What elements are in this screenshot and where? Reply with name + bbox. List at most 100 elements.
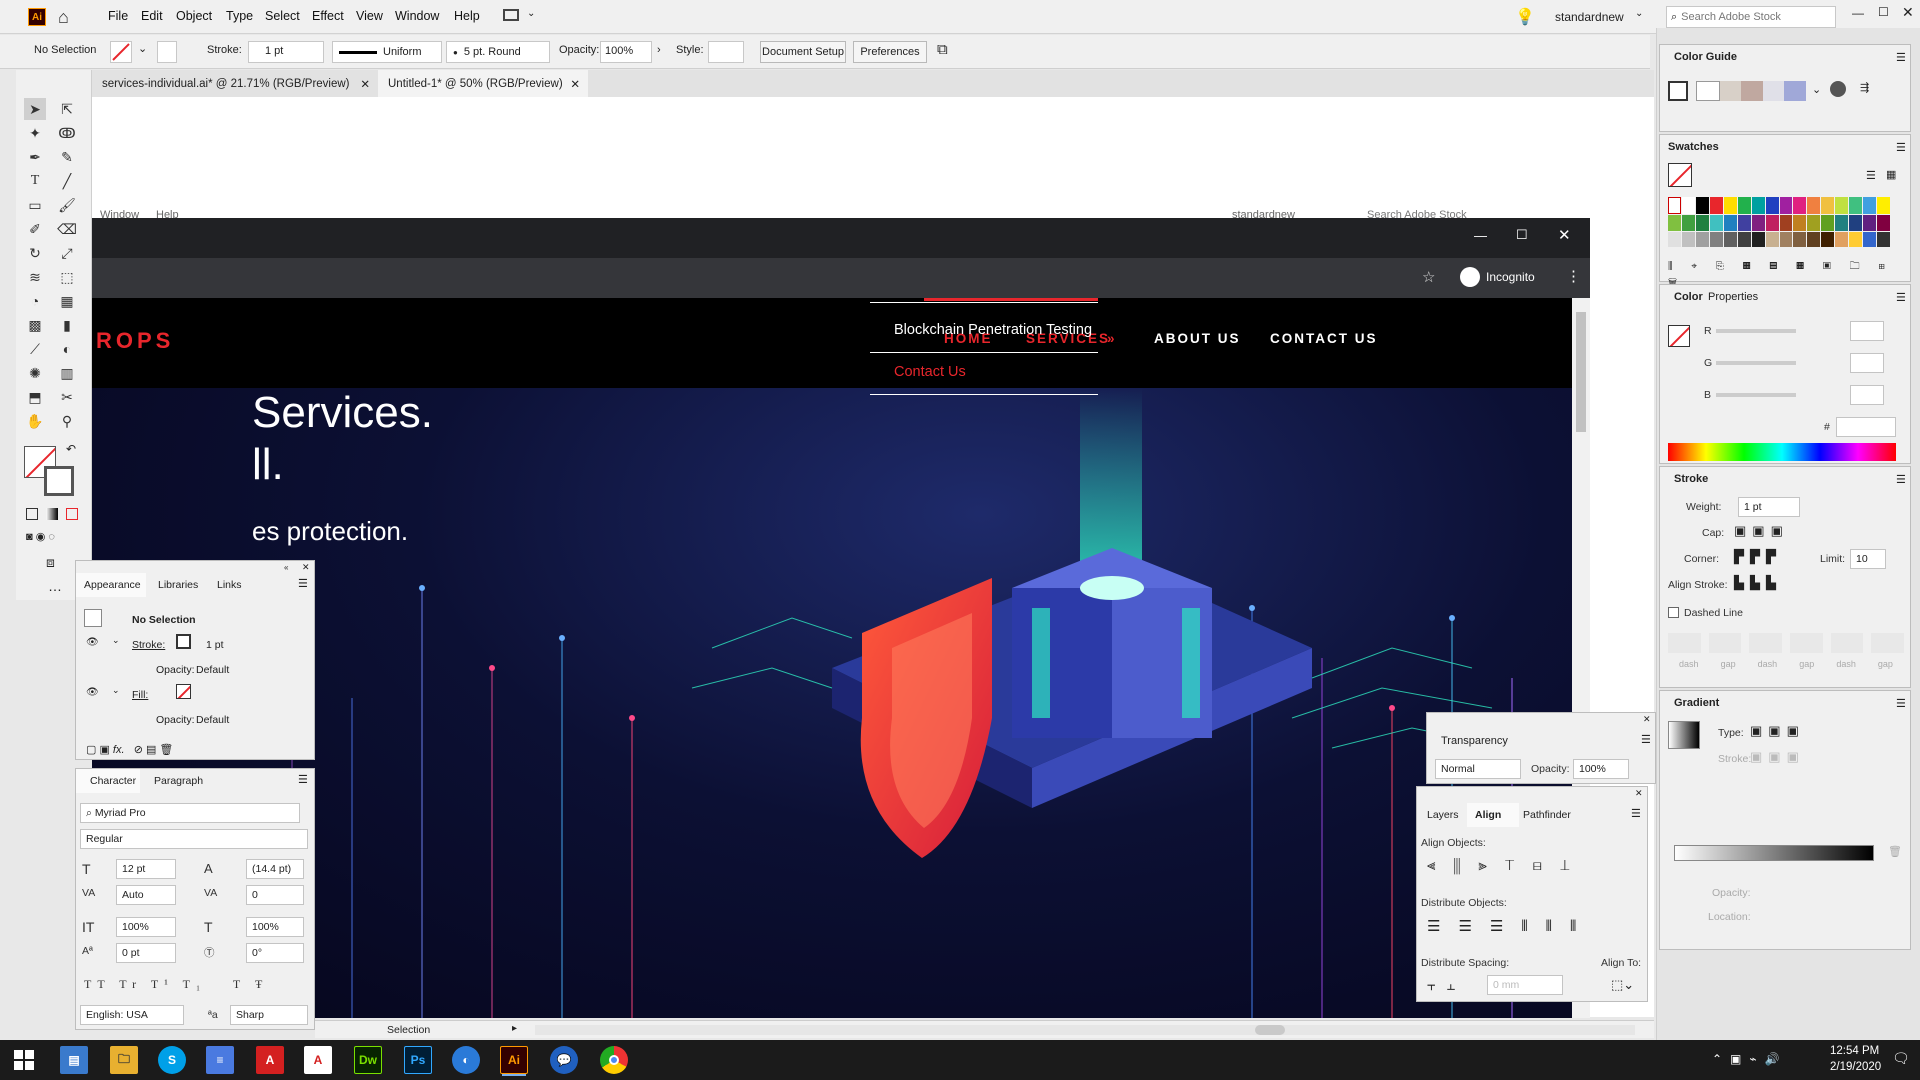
photoshop-icon[interactable]: Ps xyxy=(404,1046,432,1074)
menu-type[interactable]: Type xyxy=(226,9,253,23)
chevron-down-icon[interactable]: ⌄ xyxy=(527,8,535,19)
windows-start-icon[interactable] xyxy=(14,1050,34,1070)
menu-edit[interactable]: Edit xyxy=(141,9,163,23)
google-docs-icon[interactable]: ≡ xyxy=(206,1046,234,1074)
close-icon[interactable]: ✕ xyxy=(570,77,580,91)
fill-swatch[interactable] xyxy=(110,41,132,63)
chevron-down-icon[interactable]: ⌄ xyxy=(138,42,147,55)
magic-wand-icon[interactable]: ✦ xyxy=(24,122,46,144)
close-icon[interactable]: ✕ xyxy=(1643,714,1651,725)
chrome-icon[interactable] xyxy=(600,1046,628,1074)
stroke-title[interactable]: Stroke xyxy=(1674,473,1708,485)
line-tool-icon[interactable]: ╱ xyxy=(56,170,78,192)
hex-field[interactable] xyxy=(1836,417,1896,437)
gradient-mode-icon[interactable] xyxy=(46,508,58,520)
font-family-field[interactable]: ⌕ Myriad Pro xyxy=(80,803,300,823)
harmony-swatches[interactable] xyxy=(1696,81,1806,101)
clock-time[interactable]: 12:54 PM xyxy=(1830,1045,1879,1057)
panel-menu-icon[interactable]: ☰ xyxy=(1896,473,1906,486)
notification-icon[interactable]: 🗨 xyxy=(1892,1050,1910,1067)
file-explorer-icon[interactable]: 🗀 xyxy=(110,1046,138,1074)
color-spectrum[interactable] xyxy=(1668,443,1896,461)
close-button[interactable]: ✕ xyxy=(1902,4,1914,21)
limit-field[interactable]: 10 xyxy=(1850,549,1886,569)
spacing-field[interactable]: 0 mm xyxy=(1487,975,1563,995)
arrange-documents-icon[interactable] xyxy=(503,9,519,21)
leading-field[interactable]: (14.4 pt) xyxy=(246,859,304,879)
delete-stop-icon[interactable]: 🗑 xyxy=(1888,845,1902,858)
fill-swatch[interactable] xyxy=(176,684,191,699)
stroke-swatch[interactable] xyxy=(176,634,191,649)
minimize-button[interactable]: — xyxy=(1852,6,1864,20)
eraser-icon[interactable]: ⌫ xyxy=(56,218,78,240)
chevron-down-icon[interactable]: ⌄ xyxy=(112,685,120,696)
panel-menu-icon[interactable]: ☰ xyxy=(1896,141,1906,154)
rotate-tool-icon[interactable]: ↻ xyxy=(24,242,46,264)
stroke-swatch[interactable] xyxy=(157,41,177,63)
close-icon[interactable]: ✕ xyxy=(1635,788,1643,799)
tab-untitled-1[interactable]: Untitled-1* @ 50% (RGB/Preview) ✕ xyxy=(378,70,588,97)
fill-stroke-indicator[interactable] xyxy=(1668,325,1690,347)
anti-aliasing-select[interactable]: Sharp xyxy=(230,1005,308,1025)
fill-stroke-indicator[interactable] xyxy=(1668,163,1692,187)
chevron-right-icon[interactable]: › xyxy=(657,44,661,56)
color-wheel-icon[interactable] xyxy=(1830,81,1846,97)
vertical-scale-field[interactable]: 100% xyxy=(116,917,176,937)
text-style-buttons[interactable]: TT Tr T¹ T₁ T Ŧ xyxy=(84,977,268,992)
menu-object[interactable]: Object xyxy=(176,9,212,23)
tab-layers[interactable]: Layers xyxy=(1427,809,1459,821)
tab-services-individual[interactable]: services-individual.ai* @ 21.71% (RGB/Pr… xyxy=(92,70,378,97)
selection-tool-icon[interactable]: ➤ xyxy=(24,98,46,120)
preferences-button[interactable]: Preferences xyxy=(853,41,927,63)
menu-view[interactable]: View xyxy=(356,9,383,23)
blue-field[interactable] xyxy=(1850,385,1884,405)
gradient-slider[interactable] xyxy=(1674,845,1874,861)
paintbrush-icon[interactable]: 🖌 xyxy=(56,194,78,216)
panel-menu-icon[interactable]: ☰ xyxy=(298,577,308,590)
free-transform-icon[interactable]: ⬚ xyxy=(56,266,78,288)
tab-links[interactable]: Links xyxy=(217,579,242,591)
color-guide-title[interactable]: Color Guide xyxy=(1674,51,1737,63)
opacity-label[interactable]: Opacity: xyxy=(156,714,195,726)
grid-view-icon[interactable]: ▦ xyxy=(1886,168,1896,181)
panel-menu-icon[interactable]: ☰ xyxy=(298,773,308,786)
tab-character[interactable]: Character xyxy=(76,769,140,793)
opacity-field[interactable]: 100% xyxy=(600,41,652,63)
panel-menu-icon[interactable]: ☰ xyxy=(1896,51,1906,64)
cap-buttons[interactable]: ▣▣▣ xyxy=(1734,523,1789,539)
gradient-preview[interactable] xyxy=(1668,721,1700,749)
dashed-line-checkbox[interactable] xyxy=(1668,607,1679,618)
menu-effect[interactable]: Effect xyxy=(312,9,344,23)
tab-properties[interactable]: Properties xyxy=(1708,291,1758,303)
tab-libraries[interactable]: Libraries xyxy=(158,579,198,591)
messenger-icon[interactable]: 💬 xyxy=(550,1046,578,1074)
draw-mode-icon[interactable]: ◙ ◉ ◌ xyxy=(26,530,55,543)
eyedropper-icon[interactable]: ⟋ xyxy=(24,338,46,360)
close-icon[interactable]: ✕ xyxy=(302,562,310,573)
fill-label[interactable]: Fill: xyxy=(132,689,148,701)
perspective-grid-icon[interactable]: ▦ xyxy=(56,290,78,312)
menu-window[interactable]: Window xyxy=(395,9,439,23)
distribute-spacing-buttons[interactable]: ⫟⫠ xyxy=(1427,977,1465,994)
zoom-tool-icon[interactable]: ⚲ xyxy=(56,410,78,432)
tab-align[interactable]: Align xyxy=(1467,803,1519,827)
type-tool-icon[interactable]: T xyxy=(24,170,46,192)
more-tools-icon[interactable]: … xyxy=(48,578,62,594)
base-color-swatch[interactable] xyxy=(1668,81,1688,101)
menu-select[interactable]: Select xyxy=(265,9,300,23)
scale-tool-icon[interactable]: ⤢ xyxy=(56,242,78,264)
distribute-objects-buttons[interactable]: ☰☰☰⫴⫴⫴ xyxy=(1427,917,1594,935)
hand-tool-icon[interactable]: ✋ xyxy=(24,410,46,432)
pen-tool-icon[interactable]: ✒ xyxy=(24,146,46,168)
maximize-button[interactable]: ☐ xyxy=(1878,5,1889,19)
tray-icons[interactable]: ⌃▣⌁🔊 xyxy=(1712,1052,1788,1066)
dreamweaver-icon[interactable]: Dw xyxy=(354,1046,382,1074)
blend-mode-select[interactable]: Normal xyxy=(1435,759,1521,779)
document-setup-button[interactable]: Document Setup xyxy=(760,41,846,63)
column-graph-icon[interactable]: ▥ xyxy=(56,362,78,384)
green-slider[interactable] xyxy=(1716,361,1796,365)
chat-app-icon[interactable]: ◐ xyxy=(452,1046,480,1074)
none-mode-icon[interactable] xyxy=(66,508,78,520)
warp-tool-icon[interactable]: ≋ xyxy=(24,266,46,288)
artboard-tool-icon[interactable]: ⬒ xyxy=(24,386,46,408)
